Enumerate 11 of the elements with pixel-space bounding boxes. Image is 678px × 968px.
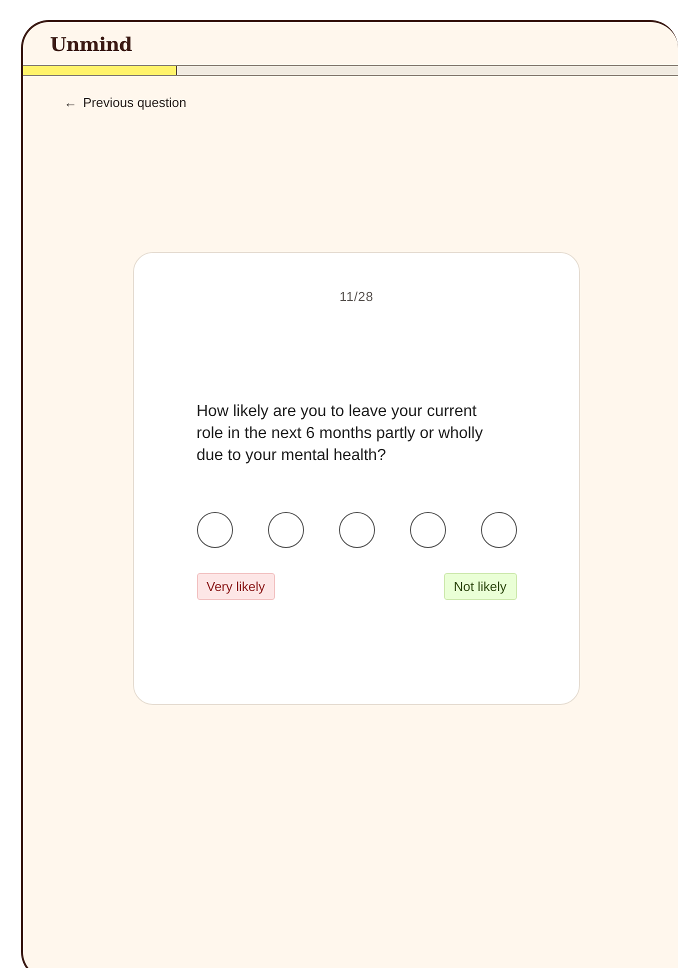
radio-button[interactable] [338,512,374,548]
radio-button[interactable] [196,512,232,548]
scale-label: Very likely [196,573,276,600]
previous-question-link[interactable]: ← Previous question [64,95,186,110]
radio-button[interactable] [480,512,516,548]
logo: Unmind [49,33,133,58]
scale-label: Not likely [444,573,516,600]
question-text: How likely are you to leave your current role in the next 6 months partly or wholly due to your mental health? [196,402,484,466]
question-counter: 11/28 [339,289,374,304]
radio-button[interactable] [268,512,304,548]
radio-button[interactable] [410,512,446,548]
